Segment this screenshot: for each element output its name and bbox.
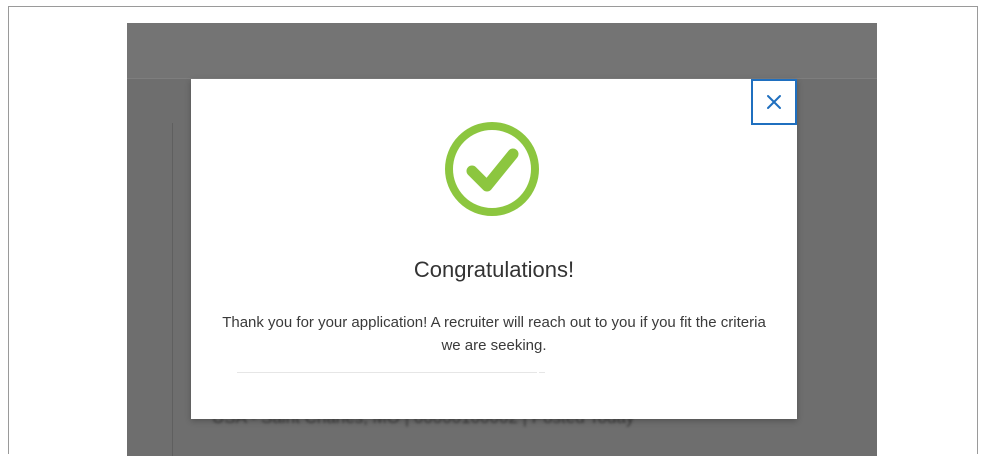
dialog-title: Congratulations! bbox=[413, 257, 575, 282]
confirmation-dialog: Congratulations! Thank you for your appl… bbox=[191, 79, 797, 419]
content-divider bbox=[172, 123, 173, 456]
dialog-message: Thank you for your application! A recrui… bbox=[222, 314, 766, 354]
check-circle-icon bbox=[445, 122, 539, 216]
page-header bbox=[127, 23, 877, 79]
close-icon bbox=[767, 95, 781, 109]
faint-divider bbox=[237, 372, 537, 373]
close-button[interactable] bbox=[751, 79, 797, 125]
faint-divider bbox=[539, 372, 545, 373]
